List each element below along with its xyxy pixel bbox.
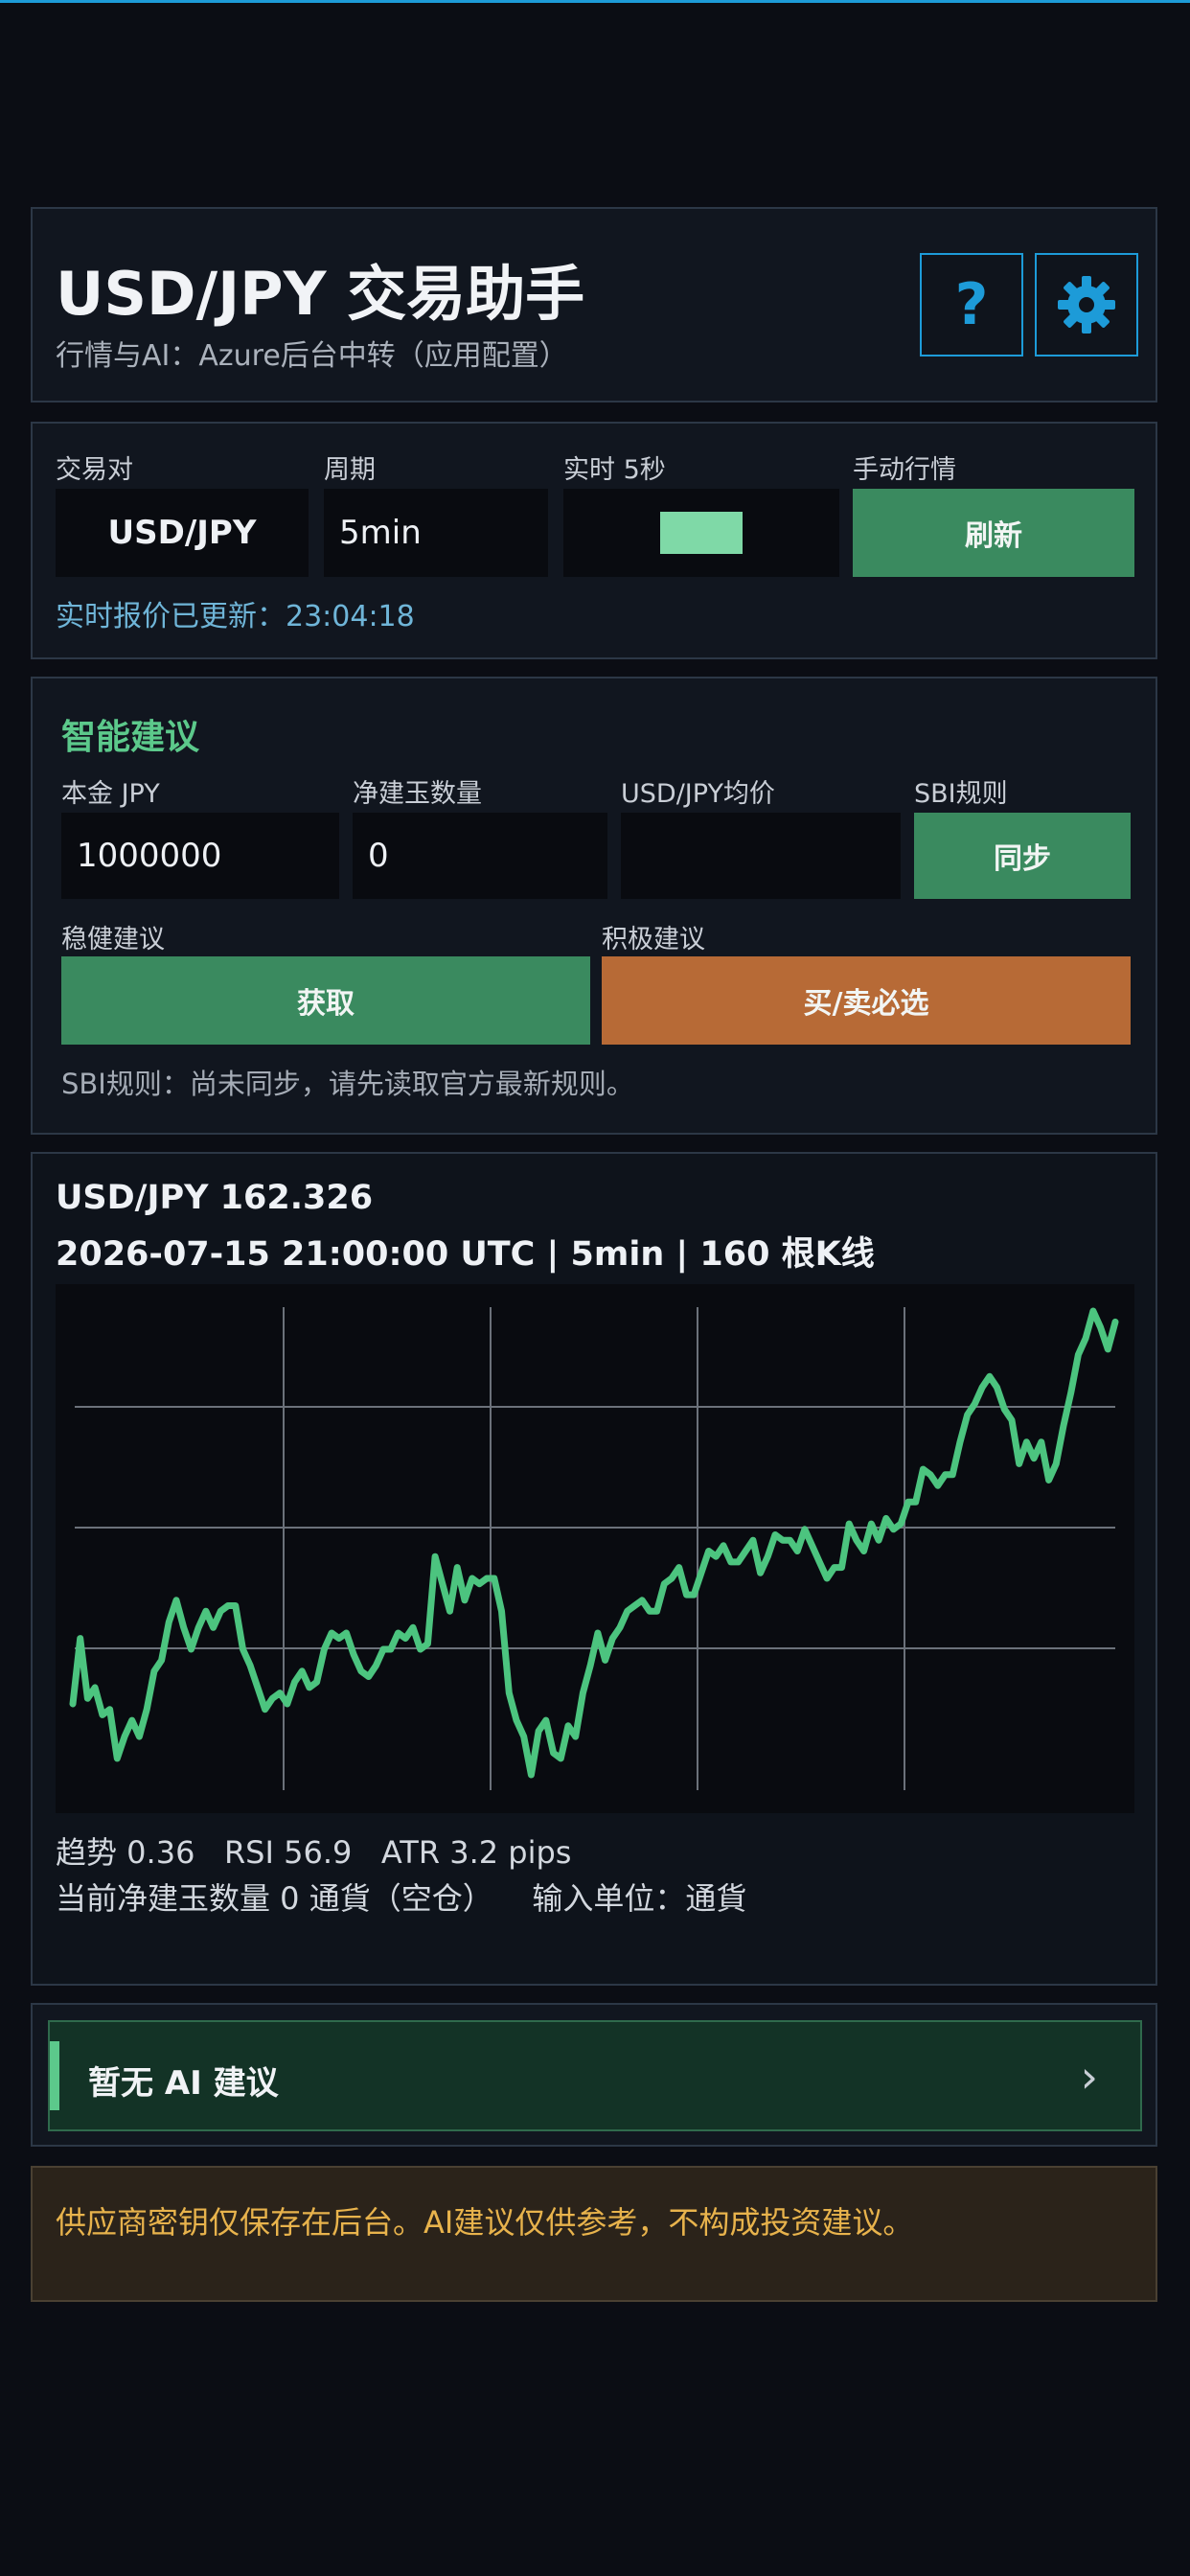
sync-button[interactable]: 同步 (914, 813, 1131, 899)
aggressive-advice-label: 积极建议 (602, 925, 705, 954)
quote-status: 实时报价已更新：23:04:18 (56, 600, 415, 633)
ai-advice-text: 暂无 AI 建议 (88, 2064, 279, 2103)
refresh-button[interactable]: 刷新 (853, 489, 1134, 577)
header-card: USD/JPY 交易助手 行情与AI：Azure后台中转（应用配置） ? (31, 207, 1157, 402)
principal-value: 1000000 (77, 837, 222, 875)
ai-banner-card: 暂无 AI 建议 › (31, 2003, 1157, 2147)
principal-label: 本金 JPY (61, 779, 160, 809)
position-input[interactable]: 0 (353, 813, 607, 899)
sbi-label: SBI规则 (914, 779, 1008, 809)
chart-meta-line: 2026-07-15 21:00:00 UTC | 5min | 160 根K线 (56, 1235, 875, 1274)
manual-quote-label: 手动行情 (853, 455, 956, 485)
settings-button[interactable] (1035, 253, 1138, 356)
help-button[interactable]: ? (920, 253, 1023, 356)
market-card: 交易对 周期 实时 5秒 手动行情 USD/JPY 5min 刷新 实时报价已更… (31, 422, 1157, 659)
gear-icon (1058, 276, 1115, 334)
sbi-status: SBI规则：尚未同步，请先读取官方最新规则。 (61, 1068, 634, 1100)
ai-advice-banner[interactable]: 暂无 AI 建议 › (48, 2020, 1142, 2131)
pair-label: 交易对 (56, 455, 133, 485)
question-icon: ? (954, 271, 989, 338)
position-status-line: 当前净建玉数量 0 通貨（空仓） 输入单位：通貨 (56, 1880, 747, 1917)
period-value: 5min (339, 514, 422, 552)
pair-value: USD/JPY (107, 514, 257, 552)
period-label: 周期 (324, 455, 376, 485)
realtime-label: 实时 5秒 (563, 455, 666, 485)
page-subtitle: 行情与AI：Azure后台中转（应用配置） (56, 339, 568, 373)
page-title: USD/JPY 交易助手 (56, 259, 585, 329)
top-accent-line (0, 0, 1190, 3)
price-line: USD/JPY 162.326 (56, 1179, 374, 1217)
principal-input[interactable]: 1000000 (61, 813, 339, 899)
chevron-right-icon: › (1080, 2051, 1098, 2103)
notice-card: 供应商密钥仅保存在后台。AI建议仅供参考，不构成投资建议。 (31, 2166, 1157, 2302)
stable-advice-label: 稳健建议 (61, 925, 165, 954)
pair-select[interactable]: USD/JPY (56, 489, 309, 577)
position-label: 净建玉数量 (353, 779, 482, 809)
avg-price-label: USD/JPY均价 (621, 779, 775, 809)
avg-price-input[interactable] (621, 813, 901, 899)
get-advice-button[interactable]: 获取 (61, 956, 590, 1045)
notice-text: 供应商密钥仅保存在后台。AI建议仅供参考，不构成投资建议。 (56, 2204, 914, 2241)
realtime-toggle[interactable] (563, 489, 839, 577)
price-series-line (69, 1307, 1119, 1779)
toggle-indicator (660, 512, 743, 554)
price-chart (56, 1284, 1134, 1813)
advice-section-title: 智能建议 (61, 718, 200, 757)
period-select[interactable]: 5min (324, 489, 548, 577)
banner-accent-bar (50, 2041, 59, 2110)
position-value: 0 (368, 837, 389, 875)
indicator-line: 趋势 0.36 RSI 56.9 ATR 3.2 pips (56, 1834, 572, 1871)
buy-sell-button[interactable]: 买/卖必选 (602, 956, 1131, 1045)
advice-card: 智能建议 本金 JPY 净建玉数量 USD/JPY均价 SBI规则 100000… (31, 677, 1157, 1135)
chart-card: USD/JPY 162.326 2026-07-15 21:00:00 UTC … (31, 1152, 1157, 1986)
